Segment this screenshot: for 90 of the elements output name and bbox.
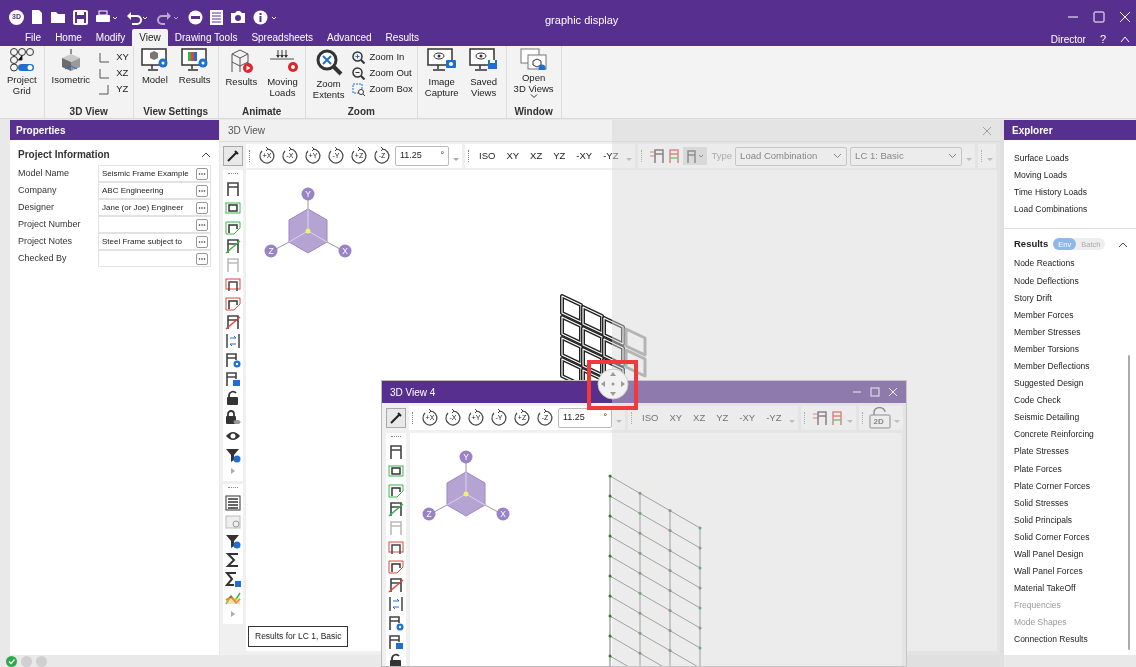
ribbon-button[interactable]: Moving Loads [264, 48, 301, 98]
ribbon-tab[interactable]: Spreadsheets [244, 29, 321, 46]
property-value-field[interactable]: Seismic Frame Example [98, 165, 211, 182]
explorer-item[interactable]: Code Check [1014, 392, 1136, 410]
property-label: Project Number [18, 217, 82, 231]
explorer-item[interactable]: Connection Results [1014, 631, 1136, 649]
ribbon-button[interactable]: Open 3D Views [510, 48, 557, 98]
ribbon-button[interactable]: YZ [97, 83, 129, 96]
ribbon-button[interactable]: XY [97, 51, 129, 64]
user-name: Director [1050, 32, 1086, 47]
explorer-item[interactable]: Member Deflections [1014, 357, 1136, 375]
ribbon-tab[interactable]: View [132, 29, 168, 46]
panel-header: Properties [10, 120, 219, 140]
ribbon-tab[interactable]: Results [378, 29, 426, 46]
explorer-item[interactable]: Solid Corner Forces [1014, 528, 1136, 546]
type-label: Type [711, 148, 733, 163]
property-label: Company [18, 183, 58, 197]
ribbon-group-label: Animate [241, 106, 282, 117]
ribbon-button[interactable]: Project Grid [4, 48, 40, 96]
panel-header: Explorer [1004, 120, 1136, 140]
explorer-item[interactable]: Wall Panel Forces [1014, 562, 1136, 581]
property-value-field[interactable]: ABC Engineering [98, 182, 211, 199]
explorer-item[interactable]: Material TakeOff [1014, 580, 1136, 598]
explorer-item[interactable]: Node Reactions [1014, 255, 1136, 273]
explorer-item[interactable]: Load Combinations [1014, 201, 1136, 218]
ribbon-group-label: View Settings [143, 106, 209, 117]
ribbon-tab[interactable]: Drawing Tools [167, 29, 245, 46]
explorer-item[interactable]: Time History Loads [1014, 184, 1136, 201]
panel-title: 3D View [228, 124, 266, 138]
explorer-item[interactable]: Member Forces [1014, 306, 1136, 324]
property-value-field[interactable]: Jane (or Joe) Engineer [98, 199, 211, 216]
property-label: Checked By [18, 251, 68, 265]
explorer-item[interactable]: Plate Forces [1014, 460, 1136, 478]
ribbon-button[interactable]: Results [175, 48, 214, 85]
section-title: Results [1014, 237, 1049, 251]
explorer-item[interactable]: Member Torsions [1014, 340, 1136, 358]
ribbon-button[interactable]: Results [222, 48, 261, 87]
explorer-item[interactable]: Node Deflections [1014, 272, 1136, 290]
explorer-item[interactable]: Story Drift [1014, 289, 1136, 307]
explorer-item[interactable]: Seismic Detailing [1014, 409, 1136, 427]
ribbon-button[interactable]: Zoom Extents [309, 48, 348, 100]
view-button[interactable]: XY [501, 146, 525, 166]
ribbon-button[interactable]: Zoom Out [351, 67, 413, 80]
property-value-field[interactable]: Steel Frame subject to [98, 233, 211, 250]
ribbon-tab[interactable]: Modify [88, 29, 133, 46]
window-title: graphic display [545, 13, 619, 28]
angle-field[interactable]: 11.25 ° [395, 146, 449, 166]
ribbon-button[interactable]: Model [137, 48, 172, 85]
view-button[interactable]: YZ [711, 408, 734, 428]
property-label: Designer [18, 200, 56, 214]
help-button[interactable]: ? [1099, 31, 1106, 48]
view-button[interactable]: XY [664, 408, 688, 428]
explorer-item[interactable]: Member Stresses [1014, 323, 1136, 341]
ribbon-group-label: Window [514, 106, 553, 117]
ribbon-tab[interactable]: Advanced [320, 29, 379, 46]
view-button[interactable]: -YZ [761, 408, 787, 428]
explorer-item[interactable]: Surface Loads [1014, 150, 1136, 167]
lock-mode-label: 2D [873, 417, 884, 426]
explorer-item[interactable]: Wall Panel Design [1014, 545, 1136, 563]
view-button[interactable]: ISO [637, 408, 664, 428]
view-button[interactable]: -XY [571, 146, 598, 166]
ribbon-button[interactable]: XZ [97, 67, 129, 80]
view-button[interactable]: -YZ [598, 146, 624, 166]
view-button[interactable]: ISO [474, 146, 501, 166]
ribbon-button[interactable]: Zoom Box [351, 83, 413, 96]
ribbon-button[interactable]: Zoom In [351, 51, 413, 64]
explorer-item[interactable]: Concrete Reinforcing [1014, 426, 1136, 444]
explorer-item[interactable]: Plate Corner Forces [1014, 477, 1136, 495]
explorer-item[interactable]: Plate Stresses [1014, 443, 1136, 461]
ribbon-group-label: 3D View [69, 106, 108, 117]
explorer-item[interactable]: Moving Loads [1014, 167, 1136, 184]
angle-field[interactable]: 11.25 ° [558, 408, 612, 428]
ribbon-button[interactable]: Isometric [48, 48, 94, 85]
ribbon-button[interactable]: Saved Views [465, 48, 502, 98]
tooltip: Results for LC 1, Basic [248, 626, 349, 647]
ribbon-button[interactable]: Image Capture [421, 48, 462, 98]
property-label: Model Name [18, 166, 71, 180]
property-label: Project Notes [18, 234, 74, 248]
section-title: Project Information [18, 147, 110, 162]
ribbon-tab[interactable]: Home [48, 29, 89, 46]
ribbon-group-label: Zoom [347, 106, 375, 117]
explorer-item[interactable]: Solid Stresses [1014, 494, 1136, 512]
view-button[interactable]: YZ [548, 146, 571, 166]
window-title: 3D View 4 [390, 385, 436, 400]
explorer-item[interactable]: Suggested Design [1014, 374, 1136, 392]
explorer-item[interactable]: Solid Principals [1014, 511, 1136, 529]
ribbon-tab[interactable]: File [18, 29, 49, 46]
view-button[interactable]: XZ [525, 146, 548, 166]
view-button[interactable]: -XY [734, 408, 761, 428]
view-button[interactable]: XZ [688, 408, 711, 428]
